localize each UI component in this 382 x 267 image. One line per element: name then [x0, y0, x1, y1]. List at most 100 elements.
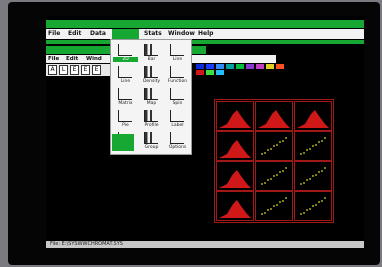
- gallery-item[interactable]: Line: [113, 64, 138, 88]
- histogram-plot: [300, 167, 326, 185]
- plot-2d-icon: [118, 44, 132, 56]
- color-swatch[interactable]: [216, 64, 224, 69]
- scatter-plot: [261, 167, 287, 185]
- scatter-plot: [300, 197, 326, 215]
- tool-line-button[interactable]: L: [59, 65, 68, 75]
- color-swatch[interactable]: [216, 70, 224, 75]
- color-swatch[interactable]: [196, 64, 204, 69]
- color-swatch[interactable]: [196, 70, 204, 75]
- gallery-item[interactable]: Bar: [139, 42, 164, 66]
- color-swatch[interactable]: [206, 70, 214, 75]
- toolbar-strip: [46, 40, 364, 44]
- label-icon: [170, 110, 184, 122]
- matrix-cell: [255, 161, 293, 191]
- gallery-item[interactable]: Line: [165, 42, 190, 66]
- menu-stats[interactable]: Stats: [144, 29, 162, 39]
- menu-file[interactable]: File: [48, 29, 60, 39]
- tool-rect-button[interactable]: E: [81, 65, 90, 75]
- options-icon: [170, 132, 184, 144]
- color-swatch[interactable]: [246, 64, 254, 69]
- color-swatch[interactable]: [256, 64, 264, 69]
- gallery-item-label: Bar: [147, 57, 156, 62]
- group-icon: [144, 132, 158, 144]
- line-plot-icon: [118, 66, 132, 78]
- gallery-item[interactable]: Pie: [113, 108, 138, 132]
- tool-box-button[interactable]: E: [92, 65, 101, 75]
- color-swatch[interactable]: [236, 64, 244, 69]
- menu-edit[interactable]: Edit: [68, 29, 81, 39]
- gallery-item-label: Function: [167, 79, 188, 84]
- gallery-item[interactable]: Options: [165, 130, 190, 154]
- status-bar: File: E:\SYSWWCHROMAT.SYS: [46, 241, 364, 248]
- scatter-plot: [261, 197, 287, 215]
- matrix-cell: [216, 131, 254, 161]
- main-menu-bar: File Edit Data Graph Stats Window Help: [46, 29, 364, 39]
- map-icon: [144, 88, 158, 100]
- scatter-plot: [219, 170, 251, 188]
- profile-icon: [144, 110, 158, 122]
- line-plot-icon: [170, 44, 184, 56]
- menu-window[interactable]: Window: [168, 29, 195, 39]
- gallery-item[interactable]: Label: [165, 108, 190, 132]
- gallery-item[interactable]: Density: [139, 64, 164, 88]
- child-menu-edit[interactable]: Edit: [66, 55, 78, 63]
- histogram-plot: [297, 110, 329, 128]
- menu-help[interactable]: Help: [198, 29, 213, 39]
- spin-3d-icon: [170, 88, 184, 100]
- histogram-plot: [261, 137, 287, 155]
- gallery-item-label: Group: [144, 145, 159, 150]
- matrix-cell: [216, 161, 254, 191]
- color-swatch[interactable]: [226, 64, 234, 69]
- tool-text-button[interactable]: A: [48, 65, 57, 75]
- scatter-plot: [300, 137, 326, 155]
- gallery-item[interactable]: 2D: [113, 42, 138, 66]
- color-swatch[interactable]: [206, 64, 214, 69]
- gallery-item-label: Matrix: [118, 101, 133, 106]
- gallery-item-label: Line: [120, 79, 131, 84]
- app-title-bar[interactable]: [46, 20, 364, 28]
- gallery-item-label: Options: [168, 145, 187, 150]
- gallery-item[interactable]: Matrix: [113, 86, 138, 110]
- child-menu-window[interactable]: Wind: [86, 55, 102, 63]
- matrix-cell: [294, 191, 332, 221]
- bar-chart-icon: [144, 44, 158, 56]
- histogram-plot: [219, 110, 251, 128]
- gallery-item-label: Label: [171, 123, 184, 128]
- matrix-cell: [216, 191, 254, 221]
- function-icon: [170, 66, 184, 78]
- tool-bar: A L E E E: [46, 64, 110, 76]
- gallery-item-label: Map: [146, 101, 157, 106]
- color-swatch[interactable]: [276, 64, 284, 69]
- gallery-item[interactable]: Profile: [139, 108, 164, 132]
- screen: File Edit Data Graph Stats Window Help F…: [46, 16, 364, 248]
- child-menu-file[interactable]: File: [48, 55, 59, 63]
- gallery-item-label: 2D: [113, 57, 138, 62]
- gallery-item-label: Density: [142, 79, 161, 84]
- gallery-item[interactable]: Map: [139, 86, 164, 110]
- density-icon: [144, 66, 158, 78]
- tool-ellipse-button[interactable]: E: [70, 65, 79, 75]
- status-file-path: File: E:\SYSWWCHROMAT.SYS: [50, 241, 123, 247]
- histogram-plot: [258, 110, 290, 128]
- menu-graph[interactable]: Graph: [112, 29, 139, 39]
- selected-tile-highlight: [112, 134, 134, 151]
- scatter-plot: [219, 140, 251, 158]
- gallery-item-label: Line: [172, 57, 183, 62]
- color-swatch[interactable]: [266, 64, 274, 69]
- gallery-item-label: Profile: [144, 123, 159, 128]
- gallery-item[interactable]: Function: [165, 64, 190, 88]
- gallery-item-label: Pie: [122, 123, 129, 128]
- matrix-cell: [294, 131, 332, 161]
- scatterplot-matrix: [214, 99, 334, 223]
- menu-data[interactable]: Data: [90, 29, 106, 39]
- gallery-item[interactable]: Group: [139, 130, 164, 154]
- scatter-plot: [219, 200, 251, 218]
- matrix-cell: [294, 161, 332, 191]
- gallery-item-label: Spin: [172, 101, 183, 106]
- gallery-item[interactable]: Spin: [165, 86, 190, 110]
- matrix-cell: [255, 101, 293, 131]
- matrix-plot-icon: [118, 88, 132, 100]
- monitor-bezel: File Edit Data Graph Stats Window Help F…: [8, 2, 380, 265]
- matrix-cell: [255, 131, 293, 161]
- matrix-cell: [255, 191, 293, 221]
